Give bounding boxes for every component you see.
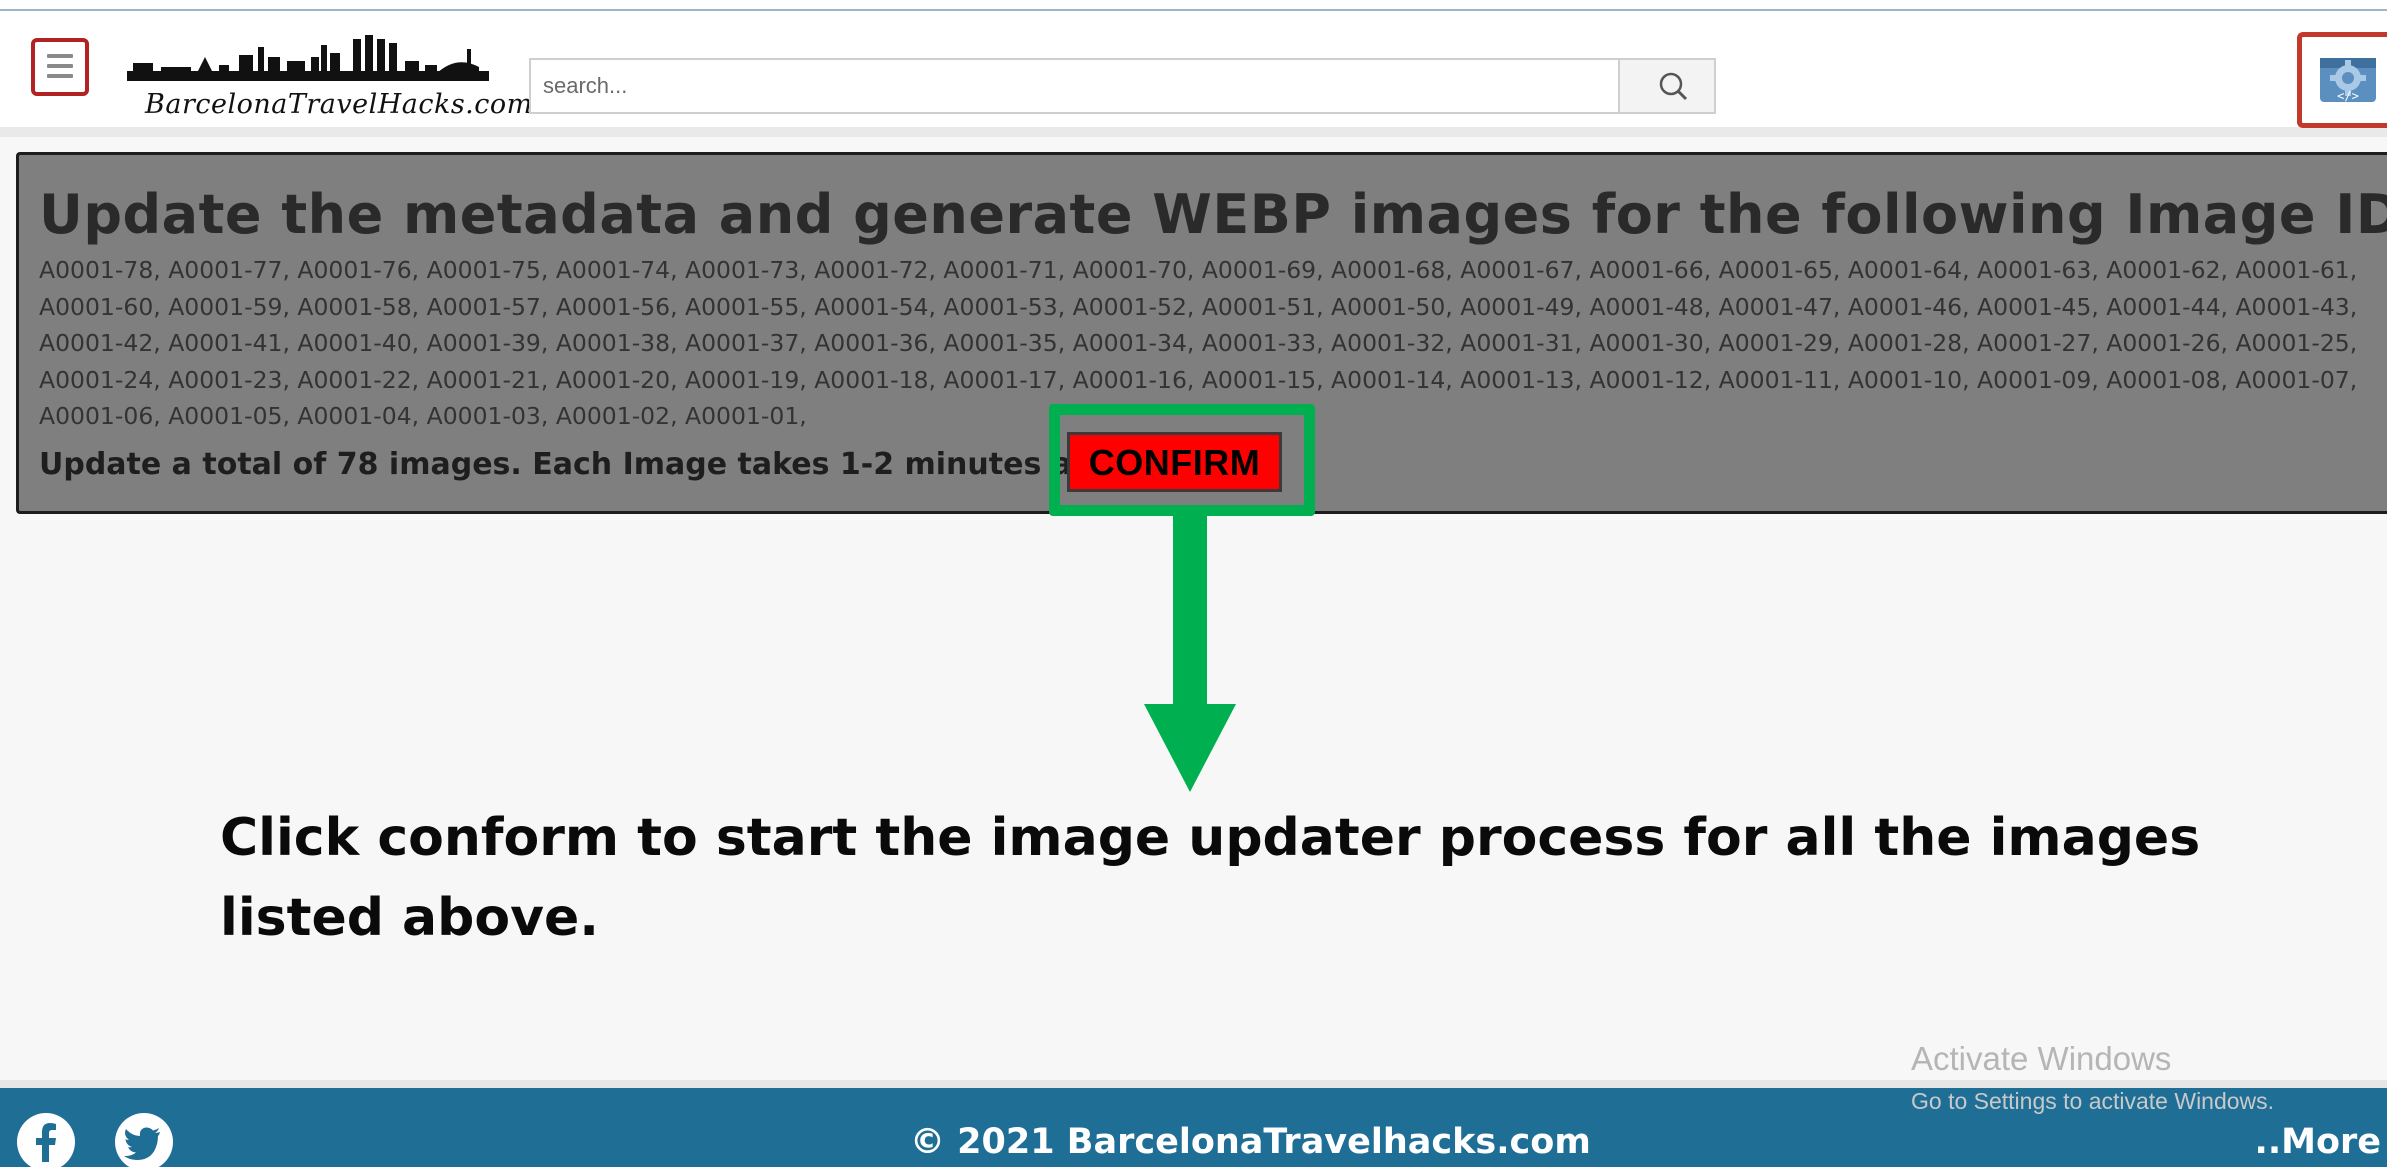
top-border: [0, 0, 2387, 11]
panel-title: Update the metadata and generate WEBP im…: [39, 183, 2387, 246]
barcelona-skyline-icon: [127, 35, 489, 81]
site-logo[interactable]: BarcelonaTravelHacks.com: [127, 27, 533, 127]
search-icon: [1659, 72, 1688, 101]
search-bar: [529, 58, 1716, 114]
arrow-down-icon: [1144, 516, 1236, 792]
menu-button[interactable]: [31, 38, 89, 96]
admin-code-icon: </>: [2320, 58, 2376, 103]
confirm-button[interactable]: CONFIRM: [1067, 432, 1282, 492]
svg-text:</>: </>: [2337, 89, 2359, 103]
search-input[interactable]: [529, 58, 1618, 114]
twitter-icon[interactable]: [112, 1112, 176, 1167]
total-images-text: Update a total of 78 images. Each Image …: [39, 447, 1149, 482]
facebook-icon[interactable]: [16, 1112, 76, 1167]
hamburger-menu-icon: [47, 54, 73, 80]
site-header: BarcelonaTravelHacks.com </>: [0, 11, 2387, 137]
activate-windows-title: Activate Windows: [1911, 1040, 2172, 1077]
activate-windows-subtitle: Go to Settings to activate Windows.: [1911, 1088, 2275, 1114]
logo-text: BarcelonaTravelHacks.com: [145, 89, 533, 120]
instruction-text: Click conform to start the image updater…: [220, 808, 2201, 948]
copyright-text: © 2021 BarcelonaTravelhacks.com: [910, 1122, 1591, 1162]
search-button[interactable]: [1618, 58, 1716, 114]
more-link[interactable]: ..More: [2255, 1122, 2381, 1162]
admin-button[interactable]: </>: [2297, 32, 2387, 128]
